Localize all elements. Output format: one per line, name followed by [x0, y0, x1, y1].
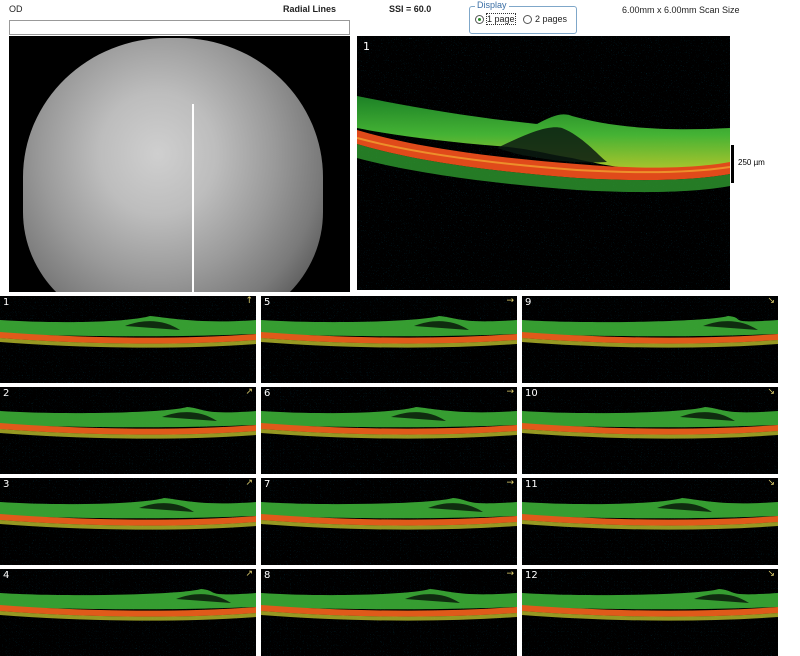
scan-direction-arrow-icon: → — [506, 569, 514, 579]
one-page-label[interactable]: 1 page — [486, 13, 516, 25]
scan-direction-arrow-icon: → — [506, 296, 514, 306]
scan-direction-arrow-icon: ↘ — [767, 387, 775, 397]
scan-title-field[interactable] — [9, 20, 350, 35]
two-pages-radio[interactable] — [523, 15, 532, 24]
scan-direction-arrow-icon: ↘ — [767, 296, 775, 306]
scan-direction-arrow-icon: ↗ — [245, 478, 253, 488]
thumbnail-number: 4 — [3, 570, 10, 581]
thumbnail-number: 7 — [264, 479, 271, 490]
scan-direction-arrow-icon: ↘ — [767, 569, 775, 579]
scan-direction-arrow-icon: → — [506, 387, 514, 397]
main-oct-scan[interactable]: 1 — [357, 36, 730, 290]
oct-thumbnail[interactable]: 6 → — [261, 387, 517, 474]
oct-thumbnail-image — [522, 569, 778, 656]
oct-thumbnail-image — [0, 478, 256, 565]
thumbnail-number: 6 — [264, 388, 271, 399]
oct-thumbnail-image — [0, 387, 256, 474]
oct-thumbnail[interactable]: 3 ↗ — [0, 478, 256, 565]
scan-direction-arrow-icon: ↘ — [767, 478, 775, 488]
two-pages-label[interactable]: 2 pages — [535, 14, 567, 24]
thumbnail-number: 10 — [525, 388, 538, 399]
thumbnail-number: 5 — [264, 297, 271, 308]
scan-type-label: Radial Lines — [283, 4, 337, 14]
scale-bar — [731, 145, 734, 183]
main-scan-number: 1 — [363, 40, 370, 53]
display-legend: Display — [475, 0, 509, 10]
thumbnail-number: 11 — [525, 479, 538, 490]
oct-thumbnail[interactable]: 1 ↑ — [0, 296, 256, 383]
eye-label: OD — [9, 4, 23, 14]
oct-thumbnail[interactable]: 12 ↘ — [522, 569, 778, 656]
thumbnail-number: 12 — [525, 570, 538, 581]
oct-thumbnail[interactable]: 9 ↘ — [522, 296, 778, 383]
scan-position-line[interactable] — [192, 104, 194, 292]
oct-thumbnail[interactable]: 8 → — [261, 569, 517, 656]
fundus-disc — [23, 38, 323, 292]
oct-thumbnail-image — [261, 387, 517, 474]
oct-thumbnail-image — [261, 569, 517, 656]
scan-direction-arrow-icon: ↑ — [245, 296, 253, 306]
oct-thumbnail-image — [0, 569, 256, 656]
scan-direction-arrow-icon: ↗ — [245, 387, 253, 397]
one-page-radio[interactable] — [475, 15, 484, 24]
oct-thumbnail-image — [522, 478, 778, 565]
main-oct-image — [357, 36, 730, 290]
oct-thumbnail-image — [0, 296, 256, 383]
oct-thumbnail[interactable]: 10 ↘ — [522, 387, 778, 474]
oct-thumbnail-image — [261, 296, 517, 383]
scale-bar-label: 250 µm — [738, 158, 765, 167]
oct-thumbnail[interactable]: 2 ↗ — [0, 387, 256, 474]
scan-direction-arrow-icon: ↗ — [245, 569, 253, 579]
oct-thumbnail-image — [261, 478, 517, 565]
ssi-label: SSI = 60.0 — [389, 4, 432, 14]
thumbnail-number: 2 — [3, 388, 10, 399]
oct-thumbnail-image — [522, 387, 778, 474]
thumbnail-number: 3 — [3, 479, 10, 490]
oct-thumbnail[interactable]: 7 → — [261, 478, 517, 565]
thumbnail-number: 9 — [525, 297, 532, 308]
oct-thumbnail-image — [522, 296, 778, 383]
oct-thumbnail[interactable]: 11 ↘ — [522, 478, 778, 565]
scan-direction-arrow-icon: → — [506, 478, 514, 488]
thumbnail-number: 8 — [264, 570, 271, 581]
thumbnail-number: 1 — [3, 297, 10, 308]
oct-thumbnail[interactable]: 5 → — [261, 296, 517, 383]
oct-thumbnail[interactable]: 4 ↗ — [0, 569, 256, 656]
scan-size-label: 6.00mm x 6.00mm Scan Size — [622, 5, 740, 15]
fundus-image[interactable] — [9, 36, 350, 292]
